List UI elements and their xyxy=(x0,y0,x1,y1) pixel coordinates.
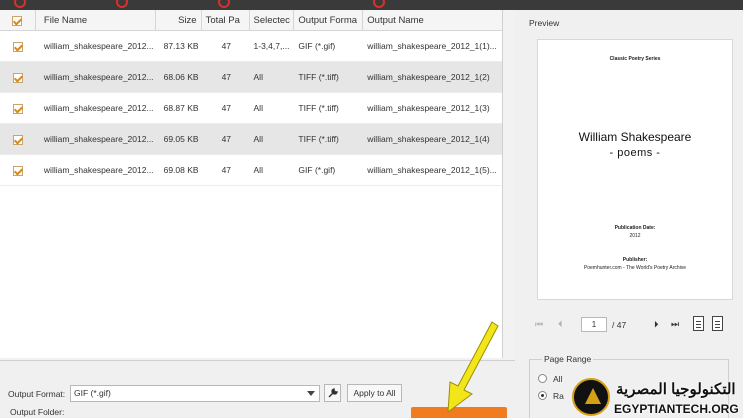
table-row[interactable]: william_shakespeare_2012... 87.13 KB 47 1-3… xyxy=(0,31,502,62)
size-cell: 68.87 KB xyxy=(163,103,199,113)
table-row[interactable]: william_shakespeare_2012... 69.05 KB 47 All… xyxy=(0,124,502,155)
file-name-cell: william_shakespeare_2012... xyxy=(43,134,154,144)
page-book-title: William Shakespeare xyxy=(578,130,692,144)
current-page-input[interactable]: 1 xyxy=(581,317,607,332)
row-checkbox[interactable] xyxy=(12,41,23,52)
table-row[interactable]: william_shakespeare_2012... 69.08 KB 47 All… xyxy=(0,155,502,186)
row-checkbox-cell[interactable] xyxy=(0,124,36,155)
row-checkbox[interactable] xyxy=(12,165,23,176)
watermark: التكنولوجيا المصرية EGYPTIANTECH.ORG xyxy=(572,378,743,418)
chevron-down-icon xyxy=(307,391,315,396)
first-page-icon[interactable]: ⏮ xyxy=(535,319,543,329)
row-checkbox-cell[interactable] xyxy=(0,93,36,124)
page-range-title: Page Range xyxy=(542,354,594,364)
row-checkbox[interactable] xyxy=(12,72,23,83)
output-settings: Output Format: GIF (*.gif) Apply to All … xyxy=(0,360,515,418)
output-format-cell: TIFF (*.tiff) xyxy=(298,72,339,82)
title-bar xyxy=(0,0,743,10)
col-file-name[interactable]: File Name xyxy=(36,10,156,31)
table-row[interactable]: william_shakespeare_2012... 68.06 KB 47 All… xyxy=(0,62,502,93)
selected-pages-cell: All xyxy=(253,103,263,113)
col-selected[interactable]: Selectec xyxy=(250,10,295,31)
size-cell: 68.06 KB xyxy=(163,72,199,82)
output-folder-label: Output Folder: xyxy=(10,407,65,417)
select-all-checkbox[interactable] xyxy=(12,15,23,26)
total-pages-cell: 47 xyxy=(221,41,232,51)
page-view-icon[interactable] xyxy=(693,316,704,331)
arrow-annotation xyxy=(447,321,499,414)
output-name-cell: william_shakespeare_2012_1(3) xyxy=(367,103,490,113)
output-name-cell: william_shakespeare_2012_1(4) xyxy=(367,134,490,144)
output-name-cell: william_shakespeare_2012_1(1)... xyxy=(367,41,497,51)
total-pages-cell: 47 xyxy=(221,165,232,175)
output-format-cell: TIFF (*.tiff) xyxy=(298,134,339,144)
output-format-label: Output Format: xyxy=(8,389,66,399)
row-checkbox-cell[interactable] xyxy=(0,31,36,62)
page-book-subtitle: - poems - xyxy=(609,147,661,159)
output-name-cell: william_shakespeare_2012_1(5)... xyxy=(367,165,497,175)
format-settings-button[interactable] xyxy=(324,384,341,402)
col-total-pages[interactable]: Total Pa xyxy=(202,10,250,31)
total-pages-label: / 47 xyxy=(612,320,627,330)
prev-page-icon[interactable]: ⏴ xyxy=(558,319,563,329)
page-publisher-label: Publisher: xyxy=(622,257,648,263)
output-format-select[interactable]: GIF (*.gif) xyxy=(70,385,320,402)
page-split-icon[interactable] xyxy=(712,316,723,331)
col-size[interactable]: Size xyxy=(156,10,202,31)
file-list: File Name Size Total Pa Selectec Output … xyxy=(0,10,503,358)
file-name-cell: william_shakespeare_2012... xyxy=(43,41,154,51)
selected-pages-cell: All xyxy=(253,72,263,82)
range-all-label: All xyxy=(553,374,563,384)
app-icon xyxy=(14,0,26,8)
output-name-cell: william_shakespeare_2012_1(2) xyxy=(367,72,490,82)
total-pages-cell: 47 xyxy=(221,72,232,82)
row-checkbox[interactable] xyxy=(12,103,23,114)
size-cell: 69.05 KB xyxy=(163,134,199,144)
preview-page: Classic Poetry Series William Shakespear… xyxy=(537,39,733,300)
last-page-icon[interactable]: ⏭ xyxy=(671,319,679,329)
col-output-name[interactable]: Output Name xyxy=(363,10,502,31)
watermark-english: EGYPTIANTECH.ORG xyxy=(614,402,739,416)
select-all-header[interactable] xyxy=(0,10,36,31)
table-header: File Name Size Total Pa Selectec Output … xyxy=(0,10,502,31)
wrench-icon xyxy=(328,388,338,398)
range-custom-label: Ra xyxy=(553,391,564,401)
toolbar-icon[interactable] xyxy=(373,0,385,8)
watermark-logo-icon xyxy=(572,378,610,416)
table-row[interactable]: william_shakespeare_2012... 68.87 KB 47 All… xyxy=(0,93,502,124)
preview-panel: Preview Classic Poetry Series William Sh… xyxy=(515,10,743,418)
toolbar-icon[interactable] xyxy=(116,0,128,8)
file-name-cell: william_shakespeare_2012... xyxy=(43,103,154,113)
apply-to-all-button[interactable]: Apply to All xyxy=(347,384,402,402)
watermark-arabic: التكنولوجيا المصرية xyxy=(616,381,736,398)
col-output-format[interactable]: Output Forma xyxy=(294,10,364,31)
file-name-cell: william_shakespeare_2012... xyxy=(43,165,154,175)
output-format-cell: TIFF (*.tiff) xyxy=(298,103,339,113)
row-checkbox[interactable] xyxy=(12,134,23,145)
output-format-value: GIF (*.gif) xyxy=(74,388,111,398)
total-pages-cell: 47 xyxy=(221,103,232,113)
size-cell: 69.08 KB xyxy=(163,165,199,175)
selected-pages-cell: All xyxy=(253,165,263,175)
size-cell: 87.13 KB xyxy=(163,41,199,51)
row-checkbox-cell[interactable] xyxy=(0,155,36,186)
page-pub-date-label: Publication Date: xyxy=(614,225,656,231)
output-format-cell: GIF (*.gif) xyxy=(298,165,336,175)
next-page-icon[interactable]: ⏵ xyxy=(654,319,659,329)
row-checkbox-cell[interactable] xyxy=(0,62,36,93)
selected-pages-cell: 1-3,4,7,... xyxy=(253,41,290,51)
range-all-radio[interactable] xyxy=(538,374,547,383)
total-pages-cell: 47 xyxy=(221,134,232,144)
range-custom-radio[interactable] xyxy=(538,391,547,400)
page-pub-year: 2012 xyxy=(629,233,641,239)
file-name-cell: william_shakespeare_2012... xyxy=(43,72,154,82)
preview-title: Preview xyxy=(529,18,560,28)
page-publisher-name: Poemhunter.com - The World's Poetry Arch… xyxy=(583,265,687,271)
page-series: Classic Poetry Series xyxy=(609,56,661,62)
output-format-cell: GIF (*.gif) xyxy=(298,41,336,51)
toolbar-icon[interactable] xyxy=(218,0,230,8)
selected-pages-cell: All xyxy=(253,134,263,144)
